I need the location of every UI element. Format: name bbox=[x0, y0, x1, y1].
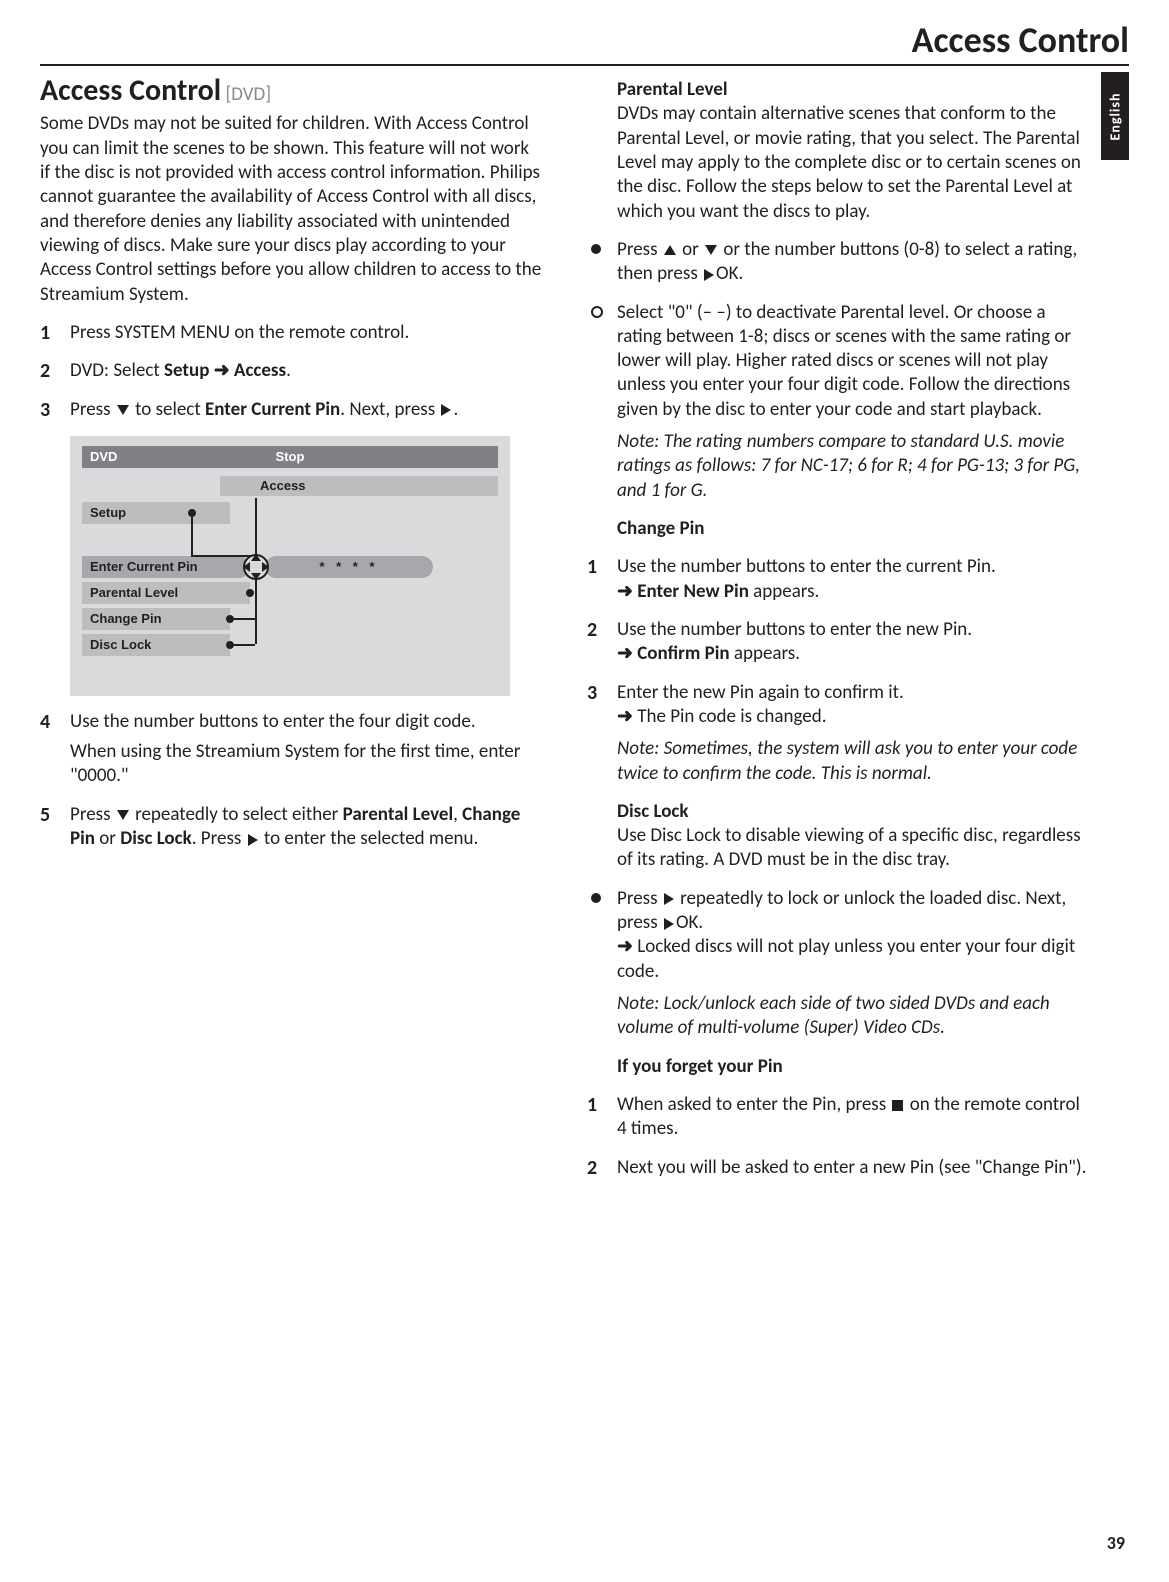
osd-figure: DVD Stop Access Setup Enter Current Pin … bbox=[70, 436, 510, 696]
step-1: 1 Press SYSTEM MENU on the remote contro… bbox=[40, 321, 543, 345]
section-title: Access Control bbox=[40, 72, 221, 109]
left-column: Access Control [DVD] Some DVDs may not b… bbox=[40, 72, 543, 1194]
disc-lock-heading: Disc Lock bbox=[587, 800, 1090, 824]
step-number: 1 bbox=[40, 321, 50, 347]
osd-access-bar: Access bbox=[220, 476, 498, 496]
step-number: 2 bbox=[587, 1156, 597, 1182]
arrow-right-icon: ➜ bbox=[617, 935, 633, 958]
section-heading: Access Control [DVD] bbox=[40, 72, 543, 110]
up-icon bbox=[664, 245, 676, 255]
change-pin-steps: 1 Use the number buttons to enter the cu… bbox=[587, 555, 1090, 786]
down-icon bbox=[117, 810, 129, 820]
bullet-solid: Press or or the number buttons (0-8) to … bbox=[587, 238, 1090, 287]
right-icon bbox=[664, 893, 674, 905]
right-icon bbox=[664, 918, 674, 930]
step-text: Press SYSTEM MENU on the remote control. bbox=[70, 321, 409, 344]
osd-setup: Setup bbox=[82, 502, 230, 524]
cursor-icon bbox=[243, 554, 269, 580]
intro-paragraph: Some DVDs may not be suited for children… bbox=[40, 112, 543, 307]
step-number: 3 bbox=[40, 398, 50, 424]
page-number: 39 bbox=[1107, 1532, 1125, 1554]
step-4: 4 Use the number buttons to enter the fo… bbox=[40, 710, 543, 789]
fp-step-2: 2 Next you will be asked to enter a new … bbox=[587, 1156, 1090, 1180]
step-text: DVD: Select Setup ➜ Access. bbox=[70, 359, 291, 382]
step-number: 4 bbox=[40, 710, 50, 736]
arrow-right-icon: ➜ bbox=[617, 580, 637, 603]
step-text: Press to select Enter Current Pin. Next,… bbox=[70, 398, 458, 421]
page-header: Access Control bbox=[40, 18, 1129, 66]
right-column: Parental Level DVDs may contain alternat… bbox=[587, 72, 1090, 1194]
disc-lock-bullets: Press repeatedly to lock or unlock the l… bbox=[587, 887, 1090, 1041]
note: Note: Sometimes, the system will ask you… bbox=[617, 737, 1090, 786]
step-5: 5 Press repeatedly to select either Pare… bbox=[40, 803, 543, 852]
section-tag: [DVD] bbox=[225, 83, 271, 106]
step-2: 2 DVD: Select Setup ➜ Access. bbox=[40, 359, 543, 383]
cp-step-3: 3 Enter the new Pin again to confirm it.… bbox=[587, 681, 1090, 786]
tree-line bbox=[191, 517, 193, 557]
parental-level-heading: Parental Level bbox=[587, 78, 1090, 102]
cp-step-2: 2 Use the number buttons to enter the ne… bbox=[587, 618, 1090, 667]
bullet-hollow: Select "0" (– –) to deactivate Parental … bbox=[587, 301, 1090, 504]
right-icon bbox=[704, 269, 714, 281]
tree-line bbox=[234, 644, 255, 646]
parental-level-bullets: Press or or the number buttons (0-8) to … bbox=[587, 238, 1090, 503]
step-number: 2 bbox=[587, 618, 597, 644]
parental-level-text: DVDs may contain alternative scenes that… bbox=[587, 102, 1090, 224]
step-number: 1 bbox=[587, 555, 597, 581]
right-icon bbox=[441, 404, 451, 416]
forget-pin-heading: If you forget your Pin bbox=[587, 1055, 1090, 1079]
disc-lock-text: Use Disc Lock to disable viewing of a sp… bbox=[587, 824, 1090, 873]
forget-pin-steps: 1 When asked to enter the Pin, press on … bbox=[587, 1093, 1090, 1180]
osd-pin-mask: * * * * bbox=[265, 556, 433, 578]
osd-parental: Parental Level bbox=[82, 582, 250, 604]
right-icon bbox=[248, 834, 258, 846]
language-label: English bbox=[1107, 92, 1124, 140]
tree-line bbox=[234, 618, 255, 620]
page-title: Access Control bbox=[40, 18, 1129, 62]
arrow-right-icon: ➜ bbox=[214, 359, 230, 382]
tree-dot bbox=[226, 641, 234, 649]
main-steps: 1 Press SYSTEM MENU on the remote contro… bbox=[40, 321, 543, 422]
note: Note: The rating numbers compare to stan… bbox=[617, 430, 1090, 503]
step-3: 3 Press to select Enter Current Pin. Nex… bbox=[40, 398, 543, 422]
step-number: 3 bbox=[587, 681, 597, 707]
arrow-right-icon: ➜ bbox=[617, 705, 633, 728]
osd-disc-lock: Disc Lock bbox=[82, 634, 230, 656]
tree-dot bbox=[226, 615, 234, 623]
osd-title-bar: DVD Stop bbox=[82, 446, 498, 468]
step-number: 1 bbox=[587, 1093, 597, 1119]
step-text: Press repeatedly to select either Parent… bbox=[70, 803, 520, 850]
step-number: 5 bbox=[40, 803, 50, 829]
tree-line bbox=[255, 580, 257, 644]
tree-line bbox=[255, 498, 257, 556]
arrow-right-icon: ➜ bbox=[617, 642, 637, 665]
main-steps-cont: 4 Use the number buttons to enter the fo… bbox=[40, 710, 543, 852]
step-subtext: When using the Streamium System for the … bbox=[70, 740, 543, 789]
content: Access Control [DVD] Some DVDs may not b… bbox=[40, 72, 1090, 1194]
osd-stop-label: Stop bbox=[276, 449, 305, 466]
osd-change-pin: Change Pin bbox=[82, 608, 230, 630]
change-pin-heading: Change Pin bbox=[587, 517, 1090, 541]
stop-icon bbox=[892, 1100, 903, 1111]
osd-enter-pin: Enter Current Pin bbox=[82, 556, 250, 578]
tree-dot bbox=[188, 509, 196, 517]
note: Note: Lock/unlock each side of two sided… bbox=[617, 992, 1090, 1041]
tree-line bbox=[191, 555, 255, 557]
step-number: 2 bbox=[40, 359, 50, 385]
tree-dot bbox=[246, 589, 254, 597]
osd-dvd-label: DVD bbox=[90, 449, 117, 466]
bullet-solid: Press repeatedly to lock or unlock the l… bbox=[587, 887, 1090, 1041]
fp-step-1: 1 When asked to enter the Pin, press on … bbox=[587, 1093, 1090, 1142]
cp-step-1: 1 Use the number buttons to enter the cu… bbox=[587, 555, 1090, 604]
step-text: Use the number buttons to enter the four… bbox=[70, 710, 476, 733]
language-tab: English bbox=[1101, 72, 1129, 160]
down-icon bbox=[705, 245, 717, 255]
down-icon bbox=[117, 405, 129, 415]
